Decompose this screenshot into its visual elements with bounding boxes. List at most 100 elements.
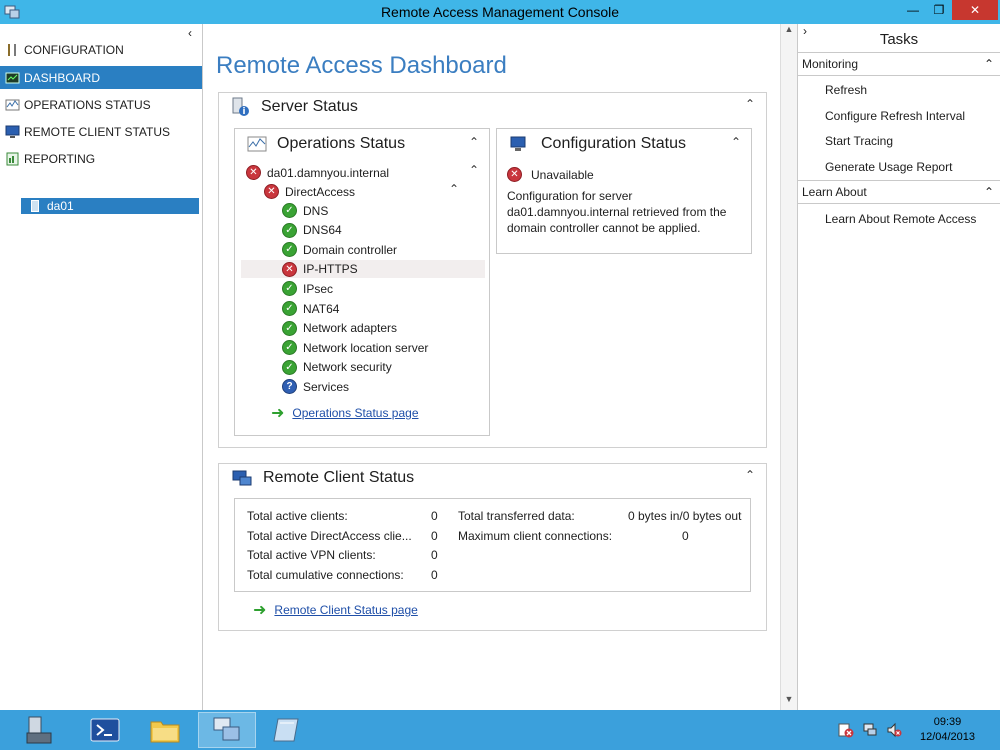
chevron-up-icon: ⌃ <box>983 185 994 199</box>
main-scrollbar[interactable]: ▲ ▼ <box>780 24 797 710</box>
scroll-up-icon[interactable]: ▲ <box>781 24 797 40</box>
stat-label: Total active clients: <box>247 509 348 523</box>
component-row[interactable]: ✓ Domain controller <box>282 240 397 259</box>
error-icon: ✕ <box>264 184 279 199</box>
task-start-tracing[interactable]: Start Tracing <box>825 134 893 148</box>
task-section-learn-about[interactable]: Learn About ⌃ <box>798 180 1000 204</box>
stat-label: Total active VPN clients: <box>247 548 376 562</box>
nav-item-configuration[interactable]: CONFIGURATION <box>0 38 202 61</box>
notepad-icon <box>273 718 299 742</box>
error-icon: ✕ <box>282 261 297 277</box>
directaccess-node-label: DirectAccess <box>285 184 356 199</box>
task-section-monitoring[interactable]: Monitoring ⌃ <box>798 52 1000 76</box>
network-icon[interactable] <box>862 722 878 738</box>
nav-item-dashboard[interactable]: DASHBOARD <box>0 66 202 89</box>
taskbar: 09:39 12/04/2013 <box>0 710 1000 750</box>
component-label: DNS64 <box>303 223 342 238</box>
maximize-button[interactable]: ❐ <box>926 0 952 20</box>
nav-item-label: CONFIGURATION <box>24 42 124 57</box>
component-label: Network adapters <box>303 321 398 336</box>
task-configure-refresh-interval[interactable]: Configure Refresh Interval <box>825 109 965 123</box>
component-label: DNS <box>303 203 329 218</box>
server-tree-item[interactable]: da01 <box>21 198 199 214</box>
success-check-icon: ✓ <box>282 281 297 297</box>
component-row[interactable]: ✓ NAT64 <box>282 299 339 318</box>
nav-item-remote-client-status[interactable]: REMOTE CLIENT STATUS <box>0 120 202 143</box>
stat-value: 0 <box>431 548 438 562</box>
error-icon: ✕ <box>246 165 261 180</box>
volume-muted-icon[interactable] <box>886 722 902 738</box>
operations-status-page-link[interactable]: Operations Status page <box>292 406 418 420</box>
dashboard-icon <box>5 72 20 83</box>
clock-time: 09:39 <box>933 716 962 728</box>
configuration-status-collapse-icon[interactable]: ⌃ <box>731 135 741 149</box>
unknown-status-icon: ? <box>282 379 297 395</box>
server-status-collapse-icon[interactable]: ⌃ <box>745 97 755 111</box>
stat-label: Total transferred data: <box>458 509 575 523</box>
directaccess-tree-node[interactable]: ✕ DirectAccess <box>264 182 355 201</box>
component-row[interactable]: ? Services <box>282 377 349 396</box>
component-row[interactable]: ✓ DNS <box>282 201 328 220</box>
wrench-icon <box>8 43 16 56</box>
component-row[interactable]: ✕ IP-HTTPS <box>282 260 358 279</box>
remote-client-icon <box>232 470 252 486</box>
stat-value: 0 <box>431 509 438 523</box>
remote-client-status-page-link[interactable]: Remote Client Status page <box>274 603 417 617</box>
nav-item-reporting[interactable]: REPORTING <box>0 147 202 170</box>
nav-item-operations-status[interactable]: OPERATIONS STATUS <box>0 93 202 116</box>
remote-access-console-taskbar-button[interactable] <box>198 712 256 748</box>
stat-value: 0 <box>431 567 438 582</box>
server-manager-icon <box>26 716 52 744</box>
component-row[interactable]: ✓ Network location server <box>282 338 428 357</box>
tasks-title: Tasks <box>879 31 919 48</box>
remote-client-collapse-icon[interactable]: ⌃ <box>745 468 755 482</box>
notepad-taskbar-button[interactable] <box>258 712 316 748</box>
configuration-state-label: Unavailable <box>531 167 594 182</box>
task-refresh[interactable]: Refresh <box>825 83 867 97</box>
minimize-button[interactable]: — <box>900 0 926 20</box>
directaccess-collapse-icon[interactable]: ⌃ <box>449 182 459 196</box>
powershell-icon <box>90 718 120 742</box>
stat-value: 0 bytes in/0 bytes out <box>628 509 742 523</box>
file-explorer-taskbar-button[interactable] <box>136 712 194 748</box>
green-arrow-icon: ➜ <box>253 602 267 619</box>
component-row[interactable]: ✓ DNS64 <box>282 221 342 240</box>
stat-label: Total cumulative connections: <box>247 567 404 582</box>
task-generate-usage-report[interactable]: Generate Usage Report <box>825 160 952 174</box>
nav-item-label: DASHBOARD <box>24 70 101 85</box>
remote-access-app-icon <box>213 717 240 741</box>
scroll-down-icon[interactable]: ▼ <box>781 694 797 710</box>
task-section-label: Monitoring <box>802 57 859 71</box>
operations-status-collapse-icon[interactable]: ⌃ <box>469 135 479 149</box>
server-tree-node[interactable]: ✕ da01.damnyou.internal <box>246 163 389 182</box>
monitor-icon <box>5 125 20 138</box>
selected-row-highlight <box>241 259 485 278</box>
server-node-collapse-icon[interactable]: ⌃ <box>469 163 479 177</box>
server-icon <box>31 200 39 212</box>
task-learn-about-remote-access[interactable]: Learn About Remote Access <box>825 212 976 226</box>
operations-status-header: Operations Status <box>247 135 405 153</box>
close-button[interactable]: ✕ <box>952 0 998 20</box>
server-node-label: da01.damnyou.internal <box>267 165 390 180</box>
folder-icon <box>150 721 180 743</box>
component-row[interactable]: ✓ Network adapters <box>282 319 397 338</box>
taskbar-clock[interactable]: 09:39 12/04/2013 <box>910 715 985 745</box>
success-check-icon: ✓ <box>282 340 297 356</box>
component-row[interactable]: ✓ Network security <box>282 358 392 377</box>
success-check-icon: ✓ <box>282 320 297 336</box>
nav-item-label: REPORTING <box>24 151 96 166</box>
chart-icon <box>247 136 267 152</box>
component-row[interactable]: ✓ IPsec <box>282 279 333 298</box>
left-navigation: ‹ CONFIGURATION DASHBOARD OPERATIONS STA… <box>0 24 203 710</box>
stat-label: Total active DirectAccess clie... <box>247 528 412 543</box>
powershell-taskbar-button[interactable] <box>76 712 134 748</box>
component-label: Network location server <box>303 340 429 355</box>
action-center-error-icon[interactable] <box>838 722 854 738</box>
configuration-status-panel: Configuration Status ⌃ ✕ Unavailable Con… <box>496 128 752 254</box>
server-manager-taskbar-button[interactable] <box>10 712 68 748</box>
nav-item-label: REMOTE CLIENT STATUS <box>24 124 171 139</box>
chevron-up-icon: ⌃ <box>983 57 994 71</box>
nav-item-label: OPERATIONS STATUS <box>24 97 151 112</box>
success-check-icon: ✓ <box>282 203 297 218</box>
component-label: IPsec <box>303 281 334 296</box>
